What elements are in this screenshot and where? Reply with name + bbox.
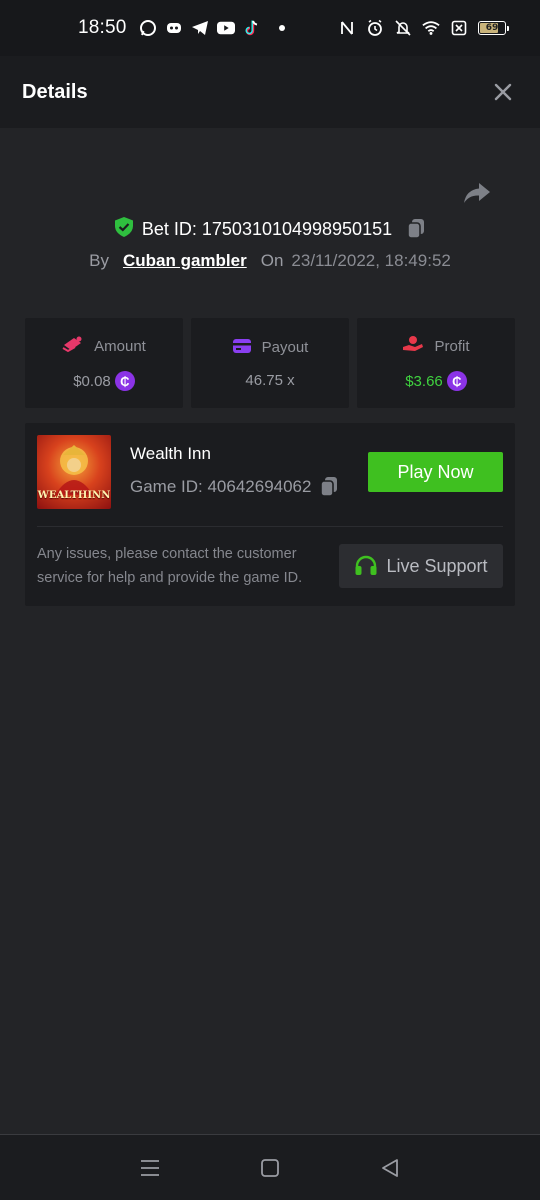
status-time: 18:50 [78,17,127,38]
bet-date: 23/11/2022, 18:49:52 [291,251,451,270]
profit-value-row: $3.66 ₵ [405,371,467,391]
game-id: Game ID: 40642694062 [130,477,312,496]
recent-apps-button[interactable] [130,1148,170,1188]
payout-value: 46.75 x [245,371,295,389]
bet-details-screen: 18:50 69 Details Bet ID: 175031010499895… [0,0,540,1200]
battery-icon: 69 [478,21,509,35]
copy-icon [407,219,425,239]
divider [37,526,503,527]
home-square-icon [261,1158,279,1177]
payout-header: Payout [232,338,309,358]
wifi-icon [422,19,440,37]
battery-level: 69 [485,23,499,33]
amount-value: $0.08 [73,372,111,390]
wallet-icon [232,338,252,358]
back-button[interactable] [370,1148,410,1188]
share-icon [464,183,490,203]
game-thumbnail-title: WEALTHINN [37,490,111,501]
whatsapp-icon [139,19,157,37]
amount-icon [62,335,84,357]
coin-icon: ₵ [446,371,467,391]
amount-card: Amount $0.08 ₵ [25,318,183,408]
live-support-button[interactable]: Live Support [339,544,503,588]
username-link[interactable]: Cuban gambler [123,251,247,271]
youtube-icon [216,19,235,37]
back-triangle-icon [382,1158,398,1177]
more-notifications-dot [278,25,285,31]
game-name: Wealth Inn [130,444,211,463]
bet-stats: Amount $0.08 ₵ Payout 46.75 x Profit $3.… [25,318,515,408]
copy-icon [320,477,338,497]
payout-label: Payout [261,339,309,356]
mute-icon [394,19,412,37]
by-label: By [89,251,109,270]
bet-owner-row: By Cuban gambler On 23/11/2022, 18:49:52 [0,247,540,275]
profit-value: $3.66 [405,372,443,390]
alarm-icon [366,19,384,37]
status-bar: 18:50 69 [0,0,540,56]
game-id-row: Game ID: 40642694062 [130,476,339,498]
profit-icon [402,335,424,357]
telegram-icon [191,19,209,37]
game-thumbnail[interactable]: WEALTHINN [37,435,111,509]
profit-card: Profit $3.66 ₵ [357,318,515,408]
page-title: Details [22,80,88,103]
profit-header: Profit [402,335,470,357]
payout-card: Payout 46.75 x [191,318,349,408]
copy-game-id-button[interactable] [319,476,339,498]
bet-id: Bet ID: 1750310104998950151 [141,218,393,239]
system-nav-bar [0,1134,540,1200]
headset-icon [354,555,378,577]
discord-icon [165,19,183,37]
amount-value-row: $0.08 ₵ [73,371,135,391]
on-label: On [260,251,284,270]
support-message: Any issues, please contact the customer … [37,546,303,586]
coin-icon: ₵ [114,371,135,391]
live-support-label: Live Support [386,555,488,576]
bet-id-row: Bet ID: 1750310104998950151 [0,214,540,244]
details-header: Details [0,56,540,128]
play-now-button[interactable]: Play Now [368,452,503,492]
profit-label: Profit [434,337,470,355]
home-button[interactable] [250,1148,290,1188]
notification-icons [139,19,285,37]
close-icon [494,83,512,101]
system-icons: 69 [338,19,509,37]
amount-label: Amount [94,337,146,355]
close-button[interactable] [488,77,518,107]
copy-bet-id-button[interactable] [406,218,426,240]
data-off-icon [450,19,468,37]
game-card: WEALTHINN Wealth Inn Game ID: 4064269406… [25,423,515,606]
menu-icon [141,1159,159,1176]
amount-header: Amount [62,335,146,357]
payout-value-row: 46.75 x [245,372,294,389]
verified-shield-icon [114,216,134,243]
tiktok-icon [243,19,261,37]
share-button[interactable] [460,176,494,210]
nfc-icon [338,19,356,37]
